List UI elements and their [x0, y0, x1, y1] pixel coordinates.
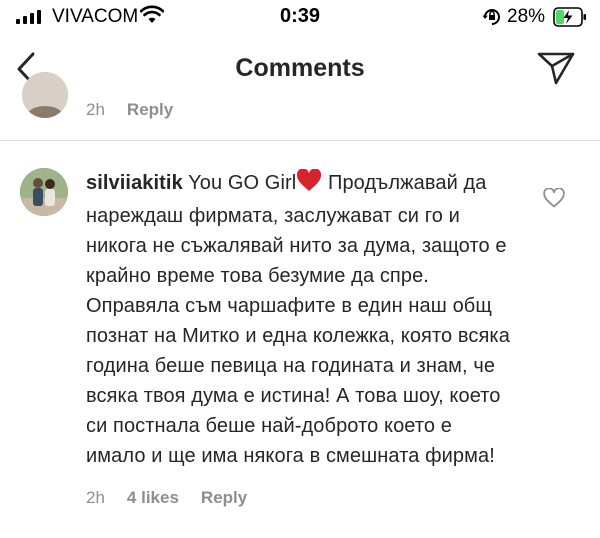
- reply-button[interactable]: Reply: [201, 488, 247, 508]
- comment-time: 2h: [86, 100, 105, 119]
- orientation-lock-icon: [481, 6, 503, 33]
- comments-header: Comments: [0, 36, 600, 100]
- heart-outline-icon[interactable]: [543, 187, 565, 213]
- divider: [0, 140, 600, 141]
- comment-username[interactable]: silviiakitik: [86, 172, 183, 194]
- comment-text-rest: Продължавай да нареждаш фирмата, заслужа…: [86, 172, 510, 467]
- page-title: Comments: [235, 54, 365, 82]
- battery-charging-icon: [553, 7, 587, 32]
- paper-plane-icon[interactable]: [537, 51, 575, 90]
- heart-emoji: [296, 168, 322, 201]
- reply-button[interactable]: Reply: [127, 100, 173, 120]
- comment-text: silviiakitik You GO Girl Продължавай да …: [86, 168, 516, 471]
- likes-count[interactable]: 4 likes: [127, 488, 179, 508]
- battery-percent: 28%: [507, 6, 546, 27]
- status-bar: VIVACOM 0:39 28%: [0, 0, 600, 36]
- comment-time: 2h: [86, 488, 105, 507]
- previous-comment: 2h Reply: [0, 72, 600, 126]
- avatar[interactable]: [22, 72, 68, 118]
- comment-meta: 2h 4 likes Reply: [86, 488, 269, 508]
- comment-text-start: You GO Girl: [188, 172, 297, 194]
- avatar[interactable]: [20, 168, 68, 216]
